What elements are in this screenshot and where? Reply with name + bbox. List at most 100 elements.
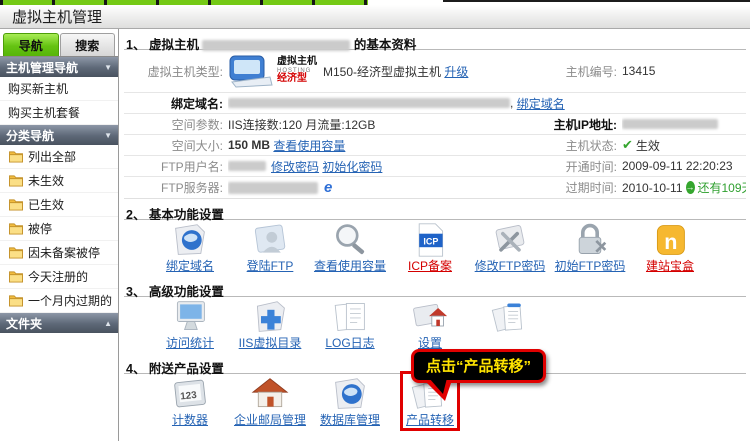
action-label[interactable]: 查看使用容量: [314, 259, 386, 273]
collapse-up-icon[interactable]: ▲: [104, 319, 112, 328]
svg-text:n: n: [664, 229, 677, 254]
change-password-link[interactable]: 修改密码: [271, 158, 319, 175]
action-enterprise-mail[interactable]: 企业邮局管理: [230, 374, 310, 429]
ftp-user-value: 修改密码 初始化密码: [228, 155, 472, 176]
action-label[interactable]: 登陆FTP: [247, 259, 294, 273]
monitor-icon[interactable]: [166, 298, 214, 336]
bind-domain-link[interactable]: 绑定域名: [517, 95, 565, 112]
action-label[interactable]: 数据库管理: [320, 413, 380, 427]
house-icon[interactable]: [234, 375, 306, 413]
redacted-host-name: [202, 40, 350, 51]
globe-folder-icon[interactable]: [320, 375, 380, 413]
action-label[interactable]: 建站宝盒: [646, 259, 694, 273]
action-site-builder-box[interactable]: n 建站宝盒: [630, 220, 710, 275]
section1-title: 1、 虚拟主机 的基本资料: [124, 29, 746, 50]
sidebar-item-label: 今天注册的: [28, 268, 88, 285]
n-box-icon[interactable]: n: [646, 221, 694, 259]
person-card-icon[interactable]: [247, 221, 294, 259]
expire-time-value: 2010-10-11 → 还有109天过期 续费: [622, 176, 746, 198]
init-password-link[interactable]: 初始化密码: [322, 158, 382, 175]
tools-card-icon[interactable]: [475, 221, 546, 259]
view-usage-link[interactable]: 查看使用容量: [273, 137, 345, 154]
collapse-down-icon[interactable]: ▼: [104, 63, 112, 72]
tab-search[interactable]: 搜索: [60, 33, 116, 56]
action-label[interactable]: 访问统计: [166, 336, 214, 350]
tab-navigation[interactable]: 导航: [3, 33, 59, 56]
action-visit-stats[interactable]: 访问统计: [150, 297, 230, 352]
action-label[interactable]: 计数器: [169, 413, 211, 427]
section2-title: 2、 基本功能设置: [124, 199, 746, 220]
action-init-ftp-password[interactable]: 初始FTP密码: [550, 220, 630, 275]
action-change-ftp-password[interactable]: 修改FTP密码: [470, 220, 550, 275]
sidebar-item-label: 购买新主机: [8, 80, 68, 97]
redacted-ftp-server: [228, 182, 318, 194]
collapse-down-icon[interactable]: ▼: [104, 131, 112, 140]
advanced-actions-row: 访问统计 IIS虚拟目录 LOG日志 设置: [124, 297, 746, 353]
log-doc-icon[interactable]: [325, 298, 374, 336]
action-label[interactable]: 设置: [409, 336, 451, 350]
sidebar-section-host-management-nav[interactable]: 主机管理导航▼: [0, 57, 118, 77]
sidebar-section-category-nav[interactable]: 分类导航▼: [0, 125, 118, 145]
globe-folder-icon[interactable]: [166, 221, 214, 259]
expire-time-label: 过期时间:: [472, 176, 622, 198]
sidebar-item-not-active[interactable]: 未生效: [0, 169, 118, 193]
action-label[interactable]: 初始FTP密码: [555, 259, 626, 273]
redacted-domain: [228, 98, 510, 108]
sidebar-item-buy-new-host[interactable]: 购买新主机: [0, 77, 118, 101]
page-title: 虚拟主机管理: [12, 6, 102, 27]
action-iis-virtual-directory[interactable]: IIS虚拟目录: [230, 297, 310, 352]
action-label[interactable]: IIS虚拟目录: [239, 336, 302, 350]
action-settings[interactable]: 设置: [390, 297, 470, 352]
action-bind-domain[interactable]: 绑定域名: [150, 220, 230, 275]
ftp-server-value: e: [228, 176, 472, 198]
doc-stack-icon[interactable]: [489, 298, 531, 336]
host-id-value: 13415: [622, 50, 746, 92]
sidebar-item-registered-today[interactable]: 今天注册的: [0, 265, 118, 289]
sidebar-item-active[interactable]: 已生效: [0, 193, 118, 217]
folder-icon: [8, 198, 24, 211]
folder-plus-icon[interactable]: [239, 298, 302, 336]
action-icp-filing[interactable]: ICPICP备案: [390, 220, 470, 275]
sidebar-item-list-all[interactable]: 列出全部: [0, 145, 118, 169]
sidebar-tabs: 导航 搜索: [0, 29, 118, 57]
host-ip-label: 主机IP地址:: [472, 113, 622, 134]
sidebar-item-stopped-no-icp[interactable]: 因未备案被停: [0, 241, 118, 265]
action-log[interactable]: LOG日志: [310, 297, 390, 352]
host-type-value: 虚拟主机 HOSTING 经济型 M150-经济型虚拟主机 升级: [228, 50, 472, 92]
action-label[interactable]: 企业邮局管理: [234, 413, 306, 427]
home-card-icon[interactable]: [409, 298, 451, 336]
domain-value: , 绑定域名: [228, 92, 746, 113]
action-label[interactable]: LOG日志: [325, 336, 374, 350]
counter-123-icon[interactable]: 123: [169, 375, 211, 413]
action-counter[interactable]: 123计数器: [150, 374, 230, 429]
main-panel: 1、 虚拟主机 的基本资料 虚拟主机类型: 虚拟主机 HOSTING 经济型: [119, 29, 750, 441]
action-login-ftp[interactable]: 登陆FTP: [230, 220, 310, 275]
lock-icon[interactable]: [555, 221, 626, 259]
sidebar-item-buy-host-package[interactable]: 购买主机套餐: [0, 101, 118, 125]
action-label[interactable]: ICP备案: [408, 259, 452, 273]
icp-doc-icon[interactable]: ICP: [408, 221, 452, 259]
host-type-text: M150-经济型虚拟主机: [323, 63, 441, 80]
expire-note: 还有109天过期: [698, 179, 747, 196]
action-view-usage[interactable]: 查看使用容量: [310, 220, 390, 275]
sidebar-item-stopped[interactable]: 被停: [0, 217, 118, 241]
sidebar: 导航 搜索 主机管理导航▼ 购买新主机购买主机套餐分类导航▼列出全部未生效已生效被…: [0, 29, 119, 441]
action-label[interactable]: 产品转移: [406, 413, 454, 427]
sidebar-item-expiring-in-month[interactable]: 一个月内过期的: [0, 289, 118, 313]
action-database-management[interactable]: 数据库管理: [310, 374, 390, 429]
ftp-user-label: FTP用户名:: [124, 155, 228, 176]
upgrade-link[interactable]: 升级: [444, 63, 468, 80]
magnifier-icon[interactable]: [314, 221, 386, 259]
host-info-table: 虚拟主机类型: 虚拟主机 HOSTING 经济型 M150-经济型虚拟主机 升级…: [124, 50, 746, 199]
sidebar-section-folders[interactable]: 文件夹▲: [0, 313, 118, 333]
hosting-logo: 虚拟主机 HOSTING 经济型: [228, 53, 317, 89]
action-label[interactable]: 绑定域名: [166, 259, 214, 273]
action-label[interactable]: 修改FTP密码: [475, 259, 546, 273]
ie-browser-icon[interactable]: e: [324, 179, 332, 196]
action-hidden-item[interactable]: [470, 297, 550, 340]
sidebar-sections: 主机管理导航▼ 购买新主机购买主机套餐分类导航▼列出全部未生效已生效被停因未备案被…: [0, 57, 118, 333]
domain-label: 绑定域名:: [124, 92, 228, 113]
space-params-value: IIS连接数:120 月流量:12GB: [228, 113, 472, 134]
status-check-icon: ✔: [622, 137, 633, 153]
sidebar-item-label: 购买主机套餐: [8, 104, 80, 121]
